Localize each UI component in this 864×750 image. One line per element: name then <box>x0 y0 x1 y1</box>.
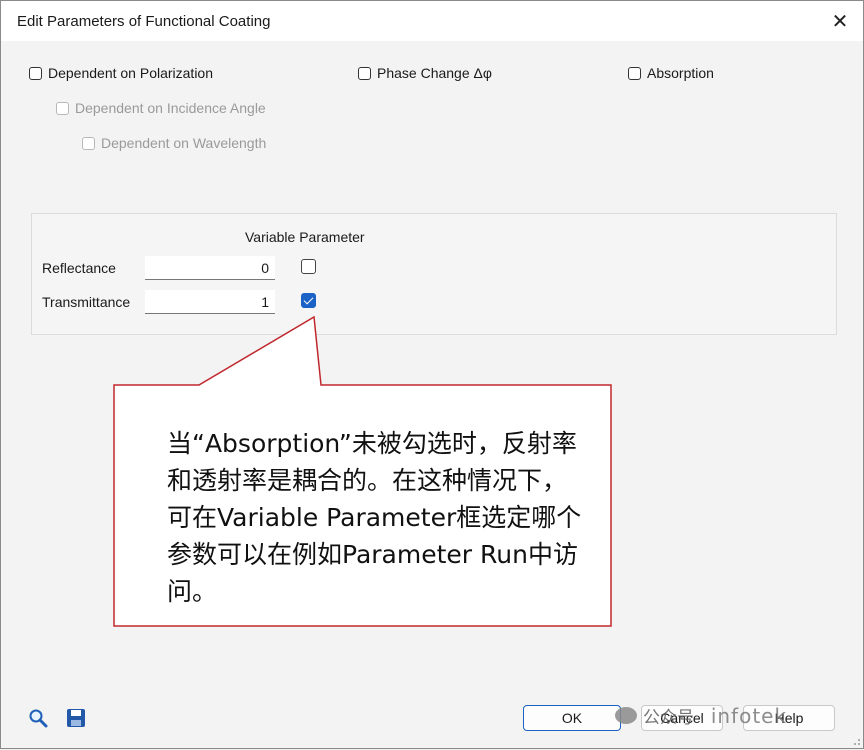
watermark: 公众号 · infotek <box>615 703 787 728</box>
dialog-window: Edit Parameters of Functional Coating ✕ … <box>0 0 864 749</box>
watermark-text: 公众号 · <box>643 708 705 728</box>
search-button[interactable] <box>27 707 49 729</box>
save-button[interactable] <box>65 707 87 729</box>
save-icon <box>67 709 85 727</box>
watermark-handle: infotek <box>710 703 788 728</box>
callout-text: 当“Absorption”未被勾选时，反射率和透射率是耦合的。在这种情况下，可在… <box>167 429 582 606</box>
search-icon <box>29 709 48 728</box>
ok-button[interactable]: OK <box>523 705 621 731</box>
callout-balloon <box>113 315 612 627</box>
wechat-icon <box>615 707 637 724</box>
resize-grip-icon[interactable] <box>851 736 861 746</box>
